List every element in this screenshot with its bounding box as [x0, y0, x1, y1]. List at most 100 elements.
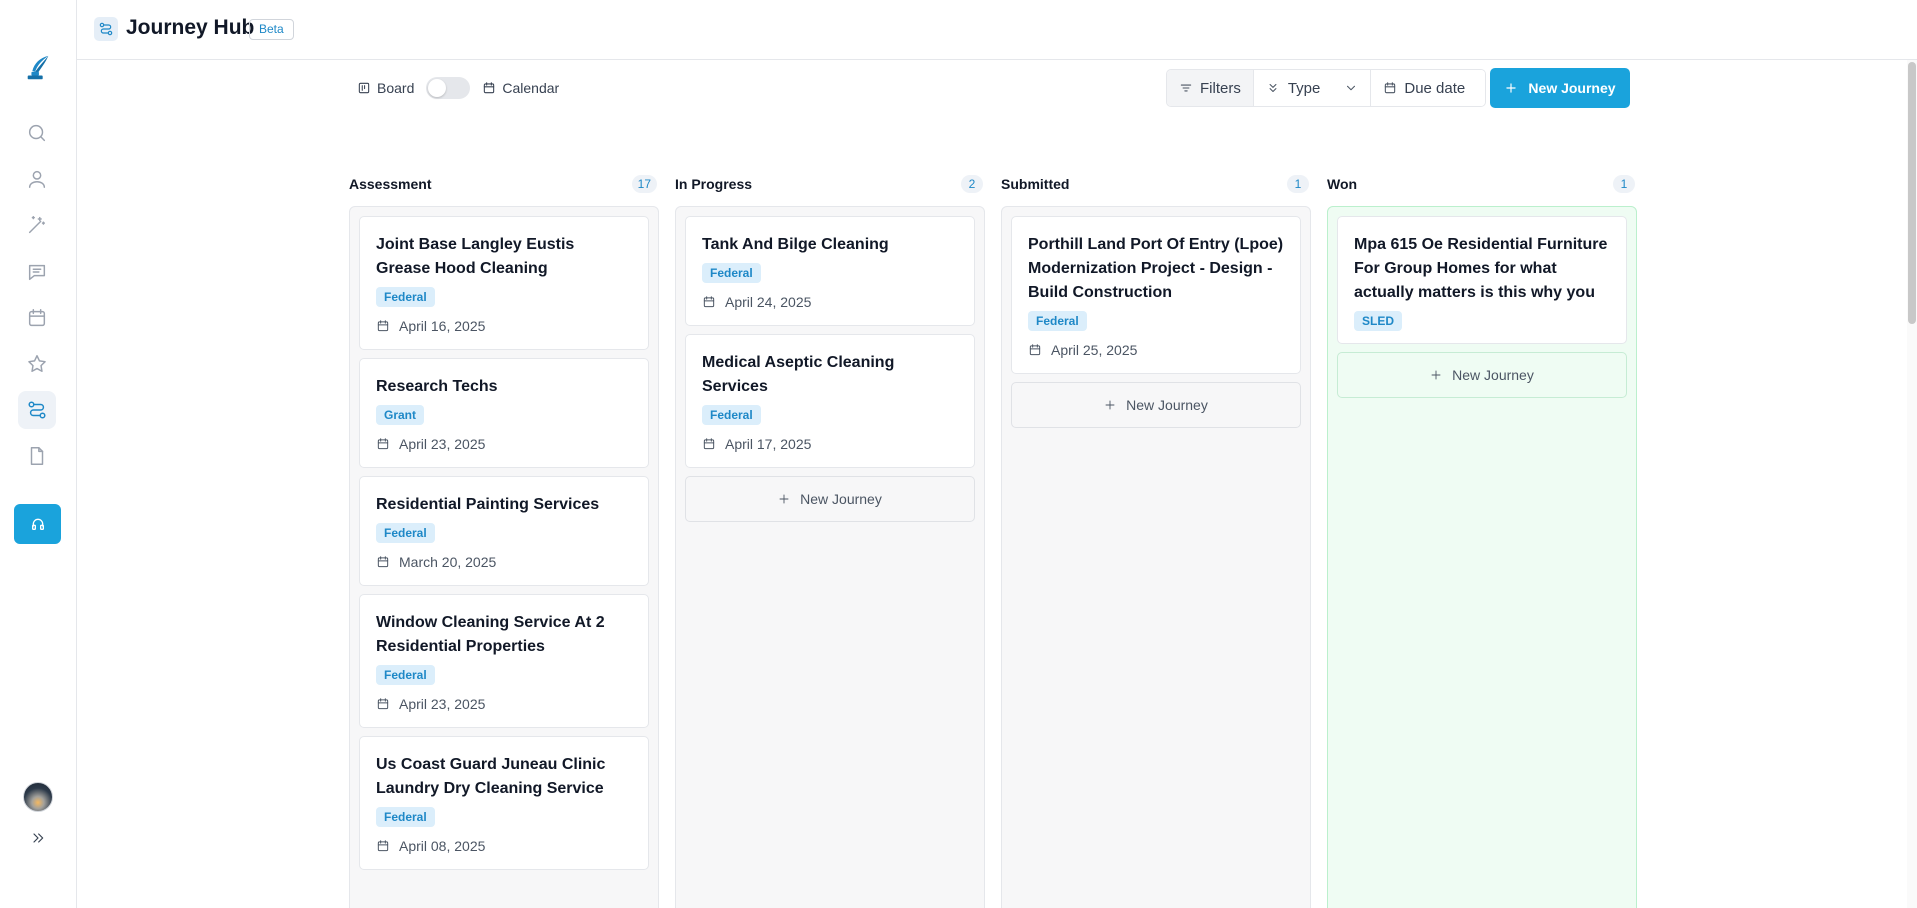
card-date-text: March 20, 2025: [399, 554, 497, 570]
card-date-text: April 17, 2025: [725, 436, 812, 452]
journey-card[interactable]: Tank And Bilge Cleaning Federal April 24…: [685, 216, 975, 326]
journey-card[interactable]: Joint Base Langley Eustis Grease Hood Cl…: [359, 216, 649, 350]
journey-card[interactable]: Mpa 615 Oe Residential Furniture For Gro…: [1337, 216, 1627, 344]
sidebar-item-favorites[interactable]: [18, 345, 56, 383]
card-date-text: April 16, 2025: [399, 318, 486, 334]
due-date-label: Due date: [1404, 79, 1466, 97]
journey-card[interactable]: Porthill Land Port Of Entry (Lpoe) Moder…: [1011, 216, 1301, 374]
card-date-text: April 24, 2025: [725, 294, 812, 310]
page-header: Journey Hub Beta: [77, 0, 1917, 60]
calendar-icon: [1385, 82, 1396, 94]
type-label: Type: [1287, 79, 1321, 97]
card-tag: Federal: [376, 523, 435, 543]
card-due-date: April 25, 2025: [1028, 339, 1284, 361]
card-title: Medical Aseptic Cleaning Services: [702, 354, 895, 395]
sidebar-item-profile[interactable]: [18, 160, 56, 198]
card-date-text: April 08, 2025: [399, 838, 486, 854]
filter-icon: [1180, 84, 1192, 92]
column-in-progress: Tank And Bilge Cleaning Federal April 24…: [675, 206, 985, 908]
card-title: Joint Base Langley Eustis Grease Hood Cl…: [376, 236, 575, 277]
new-journey-button[interactable]: New Journey: [1490, 68, 1630, 108]
column-count: 1: [1613, 175, 1635, 193]
calendar-label: Calendar: [502, 80, 560, 96]
card-due-date: April 23, 2025: [376, 693, 632, 715]
filters-label: Filters: [1200, 79, 1241, 97]
card-title: Window Cleaning Service At 2 Residential…: [376, 614, 605, 655]
column-header-assessment: Assessment 17: [349, 174, 657, 194]
column-won: Mpa 615 Oe Residential Furniture For Gro…: [1327, 206, 1637, 908]
filter-toolbar: Filters Type Due date: [1166, 69, 1487, 107]
calendar-icon: [377, 438, 389, 450]
sidebar-item-documents[interactable]: [18, 437, 56, 475]
card-date-text: April 23, 2025: [399, 696, 486, 712]
quill-logo-icon: [27, 55, 49, 80]
journey-card[interactable]: Us Coast Guard Juneau Clinic Laundry Dry…: [359, 736, 649, 870]
journey-card[interactable]: Residential Painting Services Federal Ma…: [359, 476, 649, 586]
add-journey-button[interactable]: New Journey: [685, 476, 975, 522]
search-icon: [28, 124, 46, 142]
sidebar-item-ai[interactable]: [18, 206, 56, 244]
plus-icon: [1105, 400, 1115, 410]
journey-icon: [28, 401, 46, 419]
card-tag: Federal: [702, 263, 761, 283]
card-due-date: April 17, 2025: [702, 433, 958, 455]
view-toggle: Board Calendar: [357, 77, 559, 99]
beta-badge: Beta: [249, 19, 294, 40]
card-tag: Federal: [376, 287, 435, 307]
support-button[interactable]: [14, 504, 61, 544]
calendar-icon: [28, 309, 46, 327]
avatar[interactable]: [23, 782, 53, 812]
filters-button[interactable]: Filters: [1167, 70, 1254, 106]
chat-icon: [28, 264, 46, 281]
calendar-view-option[interactable]: Calendar: [482, 80, 559, 96]
card-title: Residential Painting Services: [376, 496, 600, 513]
card-title: Porthill Land Port Of Entry (Lpoe) Moder…: [1028, 236, 1284, 301]
new-journey-label: New Journey: [1528, 80, 1616, 96]
scrollbar-thumb[interactable]: [1908, 62, 1916, 324]
calendar-icon: [1029, 344, 1041, 356]
add-journey-label: New Journey: [1126, 397, 1208, 413]
card-due-date: April 24, 2025: [702, 291, 958, 313]
card-title: Us Coast Guard Juneau Clinic Laundry Dry…: [376, 756, 606, 797]
card-tag: Federal: [1028, 311, 1087, 331]
sidebar-item-messages[interactable]: [18, 253, 56, 291]
card-title: Research Techs: [376, 378, 498, 395]
calendar-icon: [377, 556, 389, 568]
journey-hub-icon: [94, 17, 118, 41]
expand-sidebar-button[interactable]: [24, 826, 52, 850]
card-tag: Federal: [702, 405, 761, 425]
column-header-won: Won 1: [1327, 174, 1635, 194]
due-date-button[interactable]: Due date: [1371, 70, 1486, 106]
app: Journey Hub Beta Board Calendar Filters …: [0, 0, 1917, 908]
type-dropdown[interactable]: Type: [1253, 70, 1372, 106]
calendar-icon: [703, 296, 715, 308]
sidebar-item-calendar[interactable]: [18, 299, 56, 337]
board-view-option[interactable]: Board: [357, 80, 414, 96]
column-header-in-progress: In Progress 2: [675, 174, 983, 194]
chevron-down-icon: [1347, 85, 1356, 91]
plus-icon: [1506, 83, 1517, 93]
card-tag: SLED: [1354, 311, 1403, 331]
calendar-icon: [703, 438, 715, 450]
calendar-icon: [377, 320, 389, 332]
card-tag: Grant: [376, 405, 425, 425]
sidebar: [0, 0, 77, 908]
card-due-date: March 20, 2025: [376, 551, 632, 573]
journey-card[interactable]: Research Techs Grant April 23, 2025: [359, 358, 649, 468]
column-count: 2: [961, 175, 983, 193]
app-logo[interactable]: [18, 48, 58, 88]
sidebar-item-journey[interactable]: [18, 391, 56, 429]
board-label: Board: [377, 80, 415, 96]
journey-card[interactable]: Window Cleaning Service At 2 Residential…: [359, 594, 649, 728]
page-title: Journey Hub: [126, 16, 255, 39]
view-switch[interactable]: [426, 77, 471, 99]
sidebar-item-search[interactable]: [18, 114, 56, 152]
add-journey-button[interactable]: New Journey: [1337, 352, 1627, 398]
card-title: Mpa 615 Oe Residential Furniture For Gro…: [1354, 236, 1608, 301]
journey-card[interactable]: Medical Aseptic Cleaning Services Federa…: [685, 334, 975, 468]
chevrons-right-icon: [33, 833, 44, 843]
add-journey-button[interactable]: New Journey: [1011, 382, 1301, 428]
star-icon: [28, 355, 46, 372]
column-title: In Progress: [675, 176, 753, 192]
column-submitted: Porthill Land Port Of Entry (Lpoe) Moder…: [1001, 206, 1311, 908]
